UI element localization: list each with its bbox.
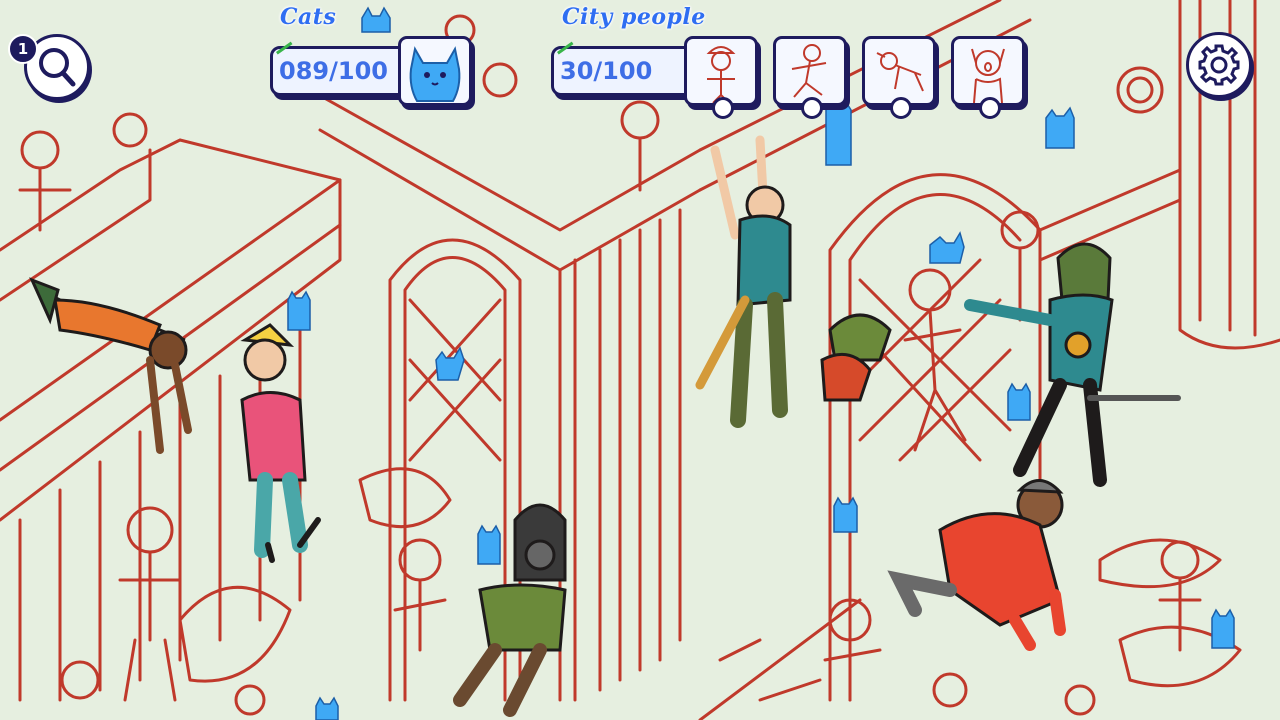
city-people-count: 30/100: [560, 57, 653, 85]
cat[interactable]: [833, 496, 858, 533]
cat[interactable]: [1045, 106, 1075, 149]
running-person-icon: [791, 44, 827, 98]
target-pin: [890, 97, 912, 119]
cat[interactable]: [287, 290, 311, 331]
cat[interactable]: [1007, 382, 1031, 421]
cat[interactable]: [929, 231, 965, 264]
settings-button[interactable]: [1186, 32, 1252, 98]
character-masked-green[interactable]: [453, 503, 567, 717]
character-red-cap-ducking[interactable]: [820, 313, 892, 402]
person-with-hat-icon: [706, 46, 736, 103]
screaming-person-target[interactable]: [951, 36, 1025, 106]
cat[interactable]: [435, 346, 465, 381]
hint-count-badge: 1: [8, 34, 38, 64]
person-with-hat-target[interactable]: [684, 36, 758, 106]
target-pin: [979, 97, 1001, 119]
character-red-hoodie-crawling[interactable]: [887, 479, 1066, 651]
running-person-target[interactable]: [773, 36, 847, 106]
game-scene[interactable]: [0, 0, 1280, 720]
cat[interactable]: [825, 100, 852, 166]
cat-target-card[interactable]: [398, 36, 472, 106]
cat[interactable]: [1211, 608, 1235, 649]
target-pin: [801, 97, 823, 119]
character-pink-shirt[interactable]: [240, 323, 321, 563]
gear-icon: [1198, 44, 1240, 86]
cat[interactable]: [477, 524, 501, 565]
character-swordsman[interactable]: [964, 242, 1181, 487]
screaming-person-icon: [971, 48, 1005, 103]
cats-count: 089/100: [279, 57, 388, 85]
blue-cat-icon: [409, 46, 461, 102]
cat[interactable]: [361, 6, 391, 33]
city-people-label: City people: [562, 4, 706, 30]
cats-label: Cats: [280, 4, 337, 30]
city-people-counter: 30/100: [551, 41, 701, 96]
crawling-person-icon: [876, 52, 924, 92]
cat[interactable]: [315, 696, 339, 720]
crawling-person-target[interactable]: [862, 36, 936, 106]
target-pin: [712, 97, 734, 119]
